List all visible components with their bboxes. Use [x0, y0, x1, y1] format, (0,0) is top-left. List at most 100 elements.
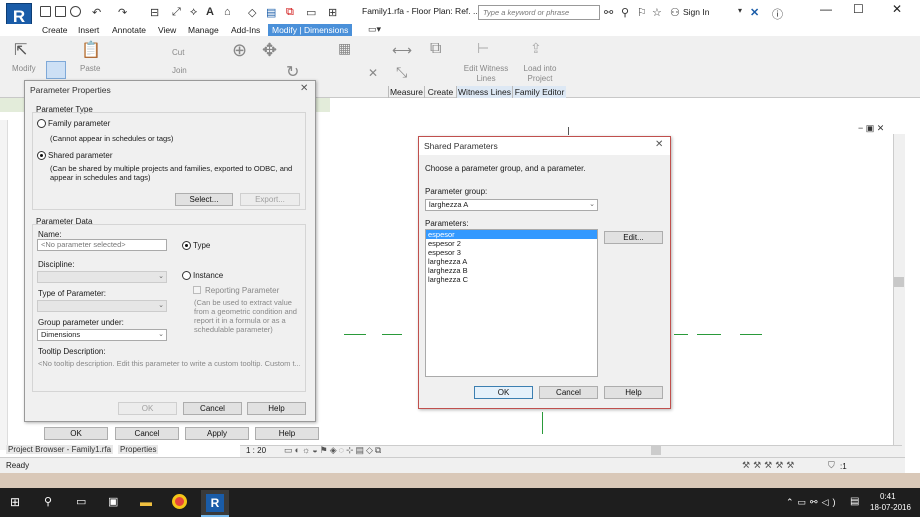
favorites-star-icon[interactable]: ☆	[652, 6, 662, 19]
binoculars-icon[interactable]: ⚯	[604, 6, 613, 19]
tab-annotate[interactable]: Annotate	[108, 24, 150, 36]
type-radio-label[interactable]: Type	[193, 241, 210, 250]
delete-icon[interactable]: ✕	[368, 66, 378, 80]
view-window-controls[interactable]: − ▣ ✕	[858, 123, 884, 134]
paste-label[interactable]: Paste	[80, 64, 100, 73]
dimension-icon[interactable]: ⤢	[172, 6, 181, 19]
group-parameter-select[interactable]: Dimensions ⌄	[37, 329, 167, 341]
3d-view-icon[interactable]: ⌂	[224, 6, 231, 18]
type-radio[interactable]	[182, 241, 191, 250]
undo-icon[interactable]: ↶	[92, 6, 101, 19]
tab-add-ins[interactable]: Add-Ins	[227, 24, 264, 36]
load-into-project-icon[interactable]: ⇪	[530, 40, 542, 57]
tab-manage[interactable]: Manage	[184, 24, 223, 36]
windows-start-icon[interactable]: ⊞	[10, 495, 20, 509]
parameters-list[interactable]: espesor espesor 2 espesor 3 larghezza A …	[425, 229, 598, 377]
clock-date[interactable]: 18-07-2016	[870, 503, 911, 512]
family-parameter-label[interactable]: Family parameter	[48, 119, 110, 128]
help-button[interactable]: Help	[604, 386, 663, 399]
view-scale[interactable]: 1 : 20	[246, 446, 266, 455]
select-button[interactable]: Select...	[175, 193, 233, 206]
edit-witness-icon[interactable]: ⊢	[477, 40, 489, 57]
move-icon[interactable]: ✥	[262, 40, 277, 61]
align-icon[interactable]: ⊕	[232, 40, 247, 61]
outer-ok-button[interactable]: OK	[44, 427, 108, 440]
ok-button[interactable]: OK	[474, 386, 533, 399]
measure-between-icon[interactable]: ⤡	[396, 64, 407, 81]
load-into-project-button[interactable]: Load into Project	[517, 64, 563, 84]
list-item[interactable]: espesor 3	[426, 248, 597, 257]
task-view-icon[interactable]: ▭	[76, 495, 86, 508]
thin-lines-icon[interactable]: ▤	[266, 6, 276, 19]
list-item[interactable]: espesor 2	[426, 239, 597, 248]
join-button[interactable]: Join	[172, 66, 187, 75]
tab-modify-dimensions[interactable]: Modify | Dimensions	[268, 24, 353, 36]
switch-windows-icon[interactable]: ▭	[306, 6, 316, 19]
rotate-icon[interactable]: ↻	[286, 62, 299, 82]
selection-filter-icons[interactable]: ⚒⚒⚒⚒⚒	[742, 460, 797, 471]
system-tray-icons[interactable]: ⌃▭⚯◁)	[786, 497, 840, 508]
cancel-button[interactable]: Cancel	[183, 402, 242, 415]
help-button[interactable]: Help	[247, 402, 306, 415]
shared-parameter-label[interactable]: Shared parameter	[48, 151, 112, 160]
ok-button[interactable]: OK	[118, 402, 177, 415]
paste-icon[interactable]: 📋	[81, 40, 101, 60]
name-field[interactable]: <No parameter selected>	[37, 239, 167, 251]
outer-cancel-button[interactable]: Cancel	[115, 427, 179, 440]
cancel-button[interactable]: Cancel	[539, 386, 598, 399]
family-parameter-radio[interactable]	[37, 119, 46, 128]
text-icon[interactable]: A	[206, 6, 214, 18]
reporting-parameter-label[interactable]: Reporting Parameter	[205, 286, 279, 295]
project-browser-panel[interactable]	[0, 120, 8, 450]
project-browser-tab[interactable]: Project Browser - Family1.rfa	[6, 445, 114, 454]
view-control-icons[interactable]: ▭◐☼◒⚑◈◌⊹▤◇⧉	[284, 445, 383, 456]
modify-cursor-icon[interactable]: ⇱	[14, 40, 27, 60]
maximize-button[interactable]: ☐	[853, 2, 864, 16]
close-icon[interactable]: ✕	[655, 139, 663, 150]
select-tool-icon[interactable]	[46, 61, 66, 79]
horizontal-scroll-thumb[interactable]	[651, 446, 661, 455]
vertical-scrollbar[interactable]	[893, 134, 905, 457]
chrome-icon[interactable]	[172, 494, 187, 509]
user-icon[interactable]: ⚇	[670, 6, 680, 19]
instance-radio[interactable]	[182, 271, 191, 280]
discipline-select[interactable]: ⌄	[37, 271, 167, 283]
tab-view[interactable]: View	[154, 24, 180, 36]
redo-icon[interactable]: ↷	[118, 6, 127, 19]
list-item[interactable]: larghezza A	[426, 257, 597, 266]
edit-button[interactable]: Edit...	[604, 231, 663, 244]
file-explorer-icon[interactable]: ▬	[140, 495, 152, 509]
tag-icon[interactable]: ⟡	[190, 6, 197, 19]
shared-parameter-radio[interactable]	[37, 151, 46, 160]
save-icon[interactable]	[55, 6, 66, 17]
create-similar-icon[interactable]: ⧉	[430, 40, 441, 58]
dropdown-icon[interactable]: ▾	[738, 6, 742, 15]
sync-icon[interactable]	[70, 6, 81, 17]
parameter-group-select[interactable]: larghezza A ⌄	[425, 199, 598, 211]
modify-label[interactable]: Modify	[12, 64, 36, 73]
reporting-parameter-checkbox[interactable]	[193, 286, 201, 294]
scrollbar-thumb[interactable]	[894, 277, 904, 287]
array-icon[interactable]: ▦	[338, 40, 351, 57]
section-icon[interactable]: ◇	[248, 6, 256, 19]
properties-tab[interactable]: Properties	[118, 445, 159, 454]
search-icon[interactable]: ⚲	[44, 495, 52, 508]
outer-help-button[interactable]: Help	[255, 427, 319, 440]
cut-button[interactable]: Cut	[172, 48, 184, 57]
store-icon[interactable]: ▣	[108, 495, 118, 508]
measure-icon[interactable]: ⊟	[150, 6, 159, 19]
communication-icon[interactable]: ⚐	[637, 6, 647, 19]
filter-icon[interactable]: ⛉	[828, 460, 835, 471]
notification-icon[interactable]: ▤	[850, 496, 859, 507]
close-icon[interactable]: ✕	[300, 83, 308, 94]
minimize-button[interactable]: —	[820, 2, 832, 16]
tooltip-description-value[interactable]: <No tooltip description. Edit this param…	[38, 359, 300, 368]
search-input[interactable]: Type a keyword or phrase	[478, 5, 600, 20]
open-icon[interactable]	[40, 6, 51, 17]
close-hidden-icon[interactable]: ⧉	[286, 6, 294, 19]
help-icon[interactable]: ⓘ	[772, 6, 783, 22]
customize-qat-icon[interactable]: ⊞	[328, 6, 337, 19]
subscription-icon[interactable]: ⚲	[621, 6, 629, 19]
ribbon-options-icon[interactable]: ▭▾	[368, 24, 381, 35]
exchange-apps-icon[interactable]: ✕	[750, 6, 759, 19]
